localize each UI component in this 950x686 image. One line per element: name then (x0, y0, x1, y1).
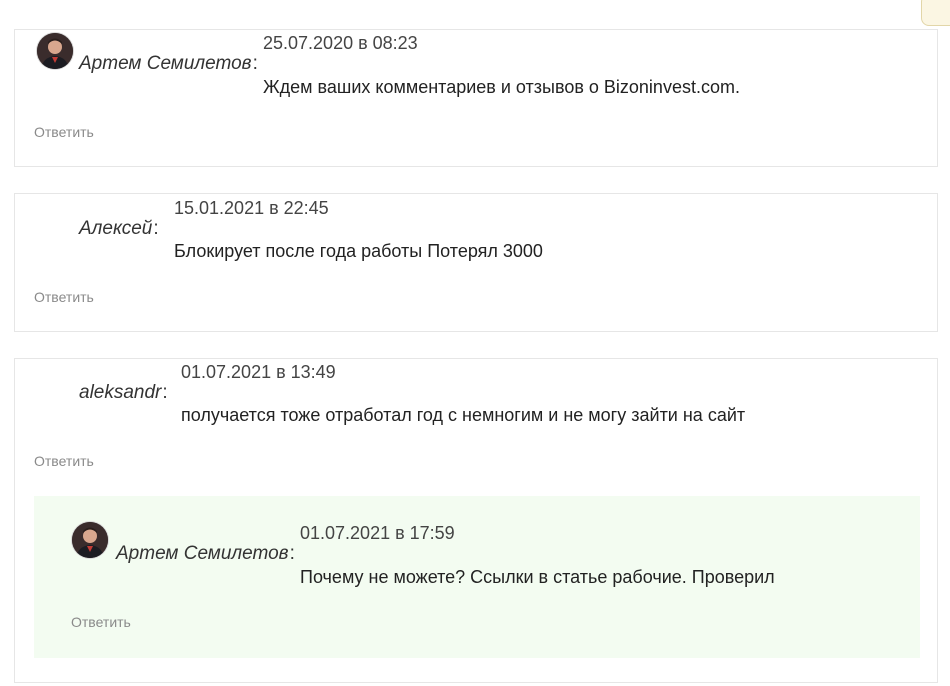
reply-button[interactable]: Ответить (71, 614, 131, 630)
avatar (72, 522, 108, 558)
comment-author: Алексей: (79, 218, 159, 239)
reply-button[interactable]: Ответить (34, 289, 94, 305)
reply-author: Артем Семилетов: (116, 543, 295, 564)
comment-author: Артем Семилетов: (79, 53, 258, 74)
comment-text: Ждем ваших комментариев и отзывов о Bizo… (263, 77, 740, 97)
comment-text: Блокирует после года работы Потерял 3000 (174, 241, 543, 261)
comment-author: aleksandr: (79, 382, 168, 403)
comment-date: 01.07.2021 в 13:49 (181, 362, 336, 382)
comment: Артем Семилетов: 25.07.2020 в 08:23 Ждем… (14, 29, 938, 167)
nested-reply: Артем Семилетов: 01.07.2021 в 17:59 Поче… (34, 496, 920, 658)
reply-button[interactable]: Ответить (34, 124, 94, 140)
comment-text: получается тоже отработал год с немногим… (181, 405, 746, 425)
reply-date: 01.07.2021 в 17:59 (300, 523, 455, 543)
comment-date: 25.07.2020 в 08:23 (263, 33, 418, 53)
avatar (37, 33, 73, 69)
comment: Алексей: 15.01.2021 в 22:45 Блокирует по… (14, 193, 938, 332)
corner-tab (921, 0, 950, 26)
comment-date: 15.01.2021 в 22:45 (174, 198, 329, 218)
reply-button[interactable]: Ответить (34, 453, 94, 469)
reply-text: Почему не можете? Ссылки в статье рабочи… (300, 567, 775, 587)
